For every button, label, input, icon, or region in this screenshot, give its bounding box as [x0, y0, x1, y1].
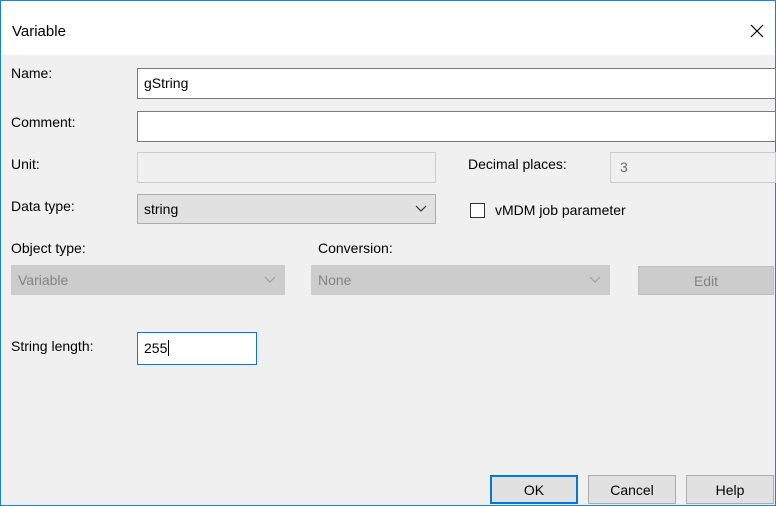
name-value: gString	[144, 75, 189, 91]
title-bar: Variable	[1, 1, 775, 55]
edit-button[interactable]: Edit	[638, 266, 774, 295]
string-length-label: String length:	[11, 338, 94, 354]
decimal-places-value: 3	[620, 159, 628, 175]
object-type-select[interactable]: Variable	[11, 265, 285, 295]
vmdm-job-parameter-label: vMDM job parameter	[495, 202, 626, 218]
ok-button[interactable]: OK	[490, 475, 578, 504]
chevron-down-icon	[589, 276, 601, 283]
help-button[interactable]: Help	[686, 475, 774, 504]
window-title: Variable	[12, 23, 66, 40]
unit-field[interactable]	[137, 152, 436, 183]
conversion-label: Conversion:	[318, 240, 393, 256]
vmdm-job-parameter-checkbox[interactable]	[470, 203, 485, 218]
cancel-button[interactable]: Cancel	[588, 475, 676, 504]
decimal-places-label: Decimal places:	[468, 156, 567, 172]
string-length-value: 255	[144, 340, 168, 356]
name-field[interactable]: gString	[137, 68, 776, 99]
data-type-label: Data type:	[11, 198, 75, 214]
string-length-field[interactable]: 255	[137, 332, 257, 365]
variable-dialog: Variable Name: gString Comment: Unit: De…	[0, 0, 776, 506]
conversion-select[interactable]: None	[311, 265, 610, 295]
object-type-label: Object type:	[11, 240, 86, 256]
chevron-down-icon	[415, 205, 427, 212]
data-type-value: string	[144, 201, 179, 217]
close-icon	[750, 24, 764, 38]
decimal-places-field[interactable]: 3	[610, 152, 776, 183]
unit-label: Unit:	[11, 156, 40, 172]
chevron-down-icon	[264, 276, 276, 283]
text-caret	[168, 340, 170, 356]
comment-field[interactable]	[137, 111, 776, 142]
name-label: Name:	[11, 65, 53, 81]
close-button[interactable]	[739, 15, 775, 47]
object-type-value: Variable	[18, 272, 69, 288]
data-type-select[interactable]: string	[137, 194, 436, 224]
comment-label: Comment:	[11, 114, 76, 130]
conversion-value: None	[318, 272, 352, 288]
